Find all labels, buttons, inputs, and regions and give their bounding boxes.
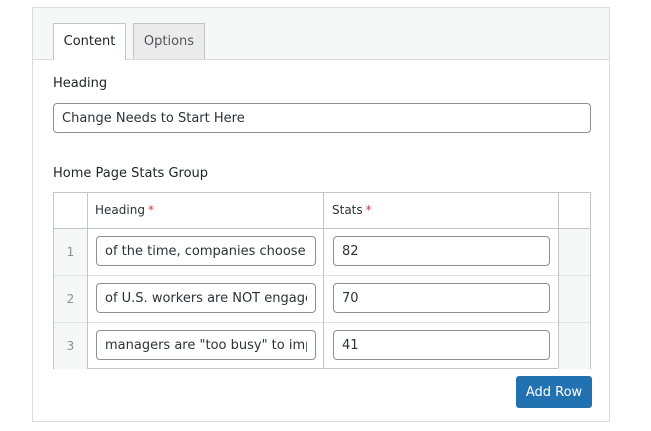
required-marker: *	[147, 203, 154, 217]
required-marker: *	[365, 203, 372, 217]
row-stat-input[interactable]	[333, 330, 550, 360]
heading-field-label: Heading	[53, 76, 108, 91]
tab-bar: Content Options	[33, 8, 609, 60]
row-heading-input[interactable]	[96, 330, 316, 360]
row-heading-input[interactable]	[96, 236, 316, 266]
row-number: 2	[54, 276, 87, 322]
row-handle[interactable]	[558, 323, 590, 369]
row-number: 1	[54, 229, 87, 275]
stats-repeater-table: Heading* Stats* 1 2 3	[53, 192, 591, 369]
field-group-panel: Content Options Heading Home Page Stats …	[32, 7, 610, 422]
row-stat-input[interactable]	[333, 283, 550, 313]
row-divider	[54, 322, 590, 323]
tab-options[interactable]: Options	[133, 23, 205, 59]
row-handle[interactable]	[558, 276, 590, 322]
row-handle[interactable]	[558, 229, 590, 275]
tab-content[interactable]: Content	[53, 23, 126, 60]
column-header-heading: Heading *	[95, 203, 154, 217]
stats-group-label: Home Page Stats Group	[53, 166, 209, 181]
column-divider	[558, 193, 559, 368]
row-divider	[54, 275, 590, 276]
heading-input[interactable]	[53, 103, 591, 133]
column-divider	[87, 193, 88, 368]
column-divider	[323, 193, 324, 368]
column-header-stats: Stats *	[332, 203, 372, 217]
row-heading-input[interactable]	[96, 283, 316, 313]
add-row-button[interactable]: Add Row	[516, 376, 592, 408]
repeater-header: Heading * Stats *	[54, 193, 590, 229]
row-stat-input[interactable]	[333, 236, 550, 266]
row-number: 3	[54, 323, 87, 369]
